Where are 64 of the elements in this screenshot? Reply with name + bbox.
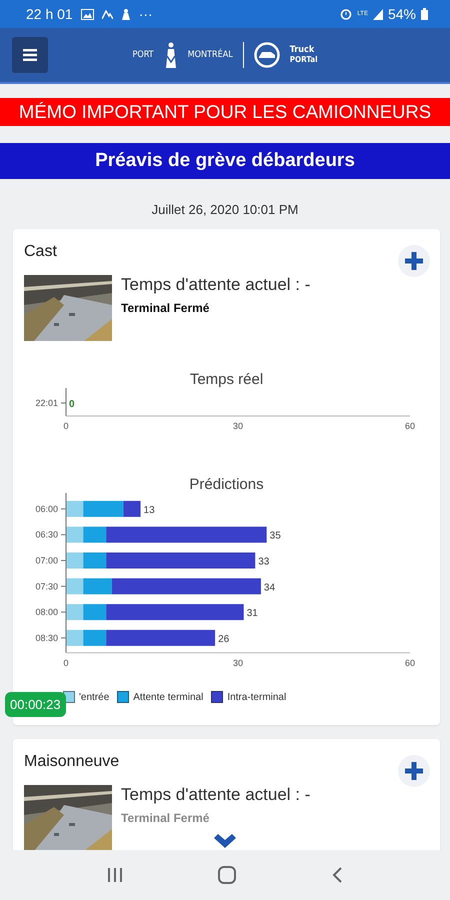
terminal-name: Cast [24, 243, 57, 261]
chart-title: Temps réel [188, 371, 264, 388]
legend-label: 'entrée [79, 692, 110, 702]
axis-label: 06:00 [35, 504, 58, 514]
axis-label: 60 [405, 421, 415, 431]
truck-icon [254, 42, 280, 68]
plus-icon [405, 762, 423, 780]
add-button[interactable] [398, 245, 430, 277]
bar-segment [66, 630, 84, 646]
home-icon [217, 865, 237, 885]
value-label: 33 [258, 556, 270, 568]
notice-banner[interactable]: Préavis de grève débardeurs [0, 143, 450, 179]
timer-badge: 00:00:23 [5, 692, 66, 717]
logo-text: PORT [132, 50, 154, 60]
bar-segment [66, 526, 84, 543]
person-icon [120, 8, 131, 20]
menu-icon [23, 49, 37, 61]
wait-time-label: Temps d'attente actuel : - [121, 785, 310, 805]
lighthouse-logo-icon [164, 42, 178, 68]
axis-label: 60 [405, 658, 415, 668]
axis-label: 08:30 [35, 632, 58, 643]
terminal-status: Terminal Fermé [121, 811, 210, 825]
axis-label: 0 [64, 658, 68, 668]
chart-title: Prédictions [188, 476, 265, 493]
value-label: 13 [144, 504, 155, 516]
app-name: PORTal [290, 56, 318, 64]
plus-icon [405, 252, 423, 270]
bar-segment [66, 552, 84, 568]
axis-label: 08:00 [35, 607, 58, 618]
wait-time-label: Temps d'attente actuel : - [121, 275, 310, 295]
legend-label: Attente terminal [133, 692, 204, 702]
battery-percent: 54% [388, 6, 416, 22]
app-name: Truck [290, 46, 314, 55]
image-icon [80, 8, 94, 20]
axis-label: 07:30 [35, 581, 58, 592]
value-label: 31 [246, 608, 258, 620]
clock-time: 22 h 01 [26, 6, 73, 22]
date-text: Juillet 26, 2020 10:01 PM [150, 202, 300, 217]
logo-text: MONTRÉAL [188, 50, 233, 60]
bar-segment [66, 604, 84, 620]
value-label: 26 [218, 634, 230, 645]
axis-label: 0 [64, 421, 68, 431]
axis-label: 30 [233, 421, 243, 431]
terminal-status: Terminal Fermé [121, 301, 210, 315]
back-icon [331, 866, 343, 884]
recent-apps-icon [107, 867, 123, 883]
more-notifications-icon: ··· [138, 6, 153, 22]
axis-label: 30 [233, 658, 243, 668]
terminal-name: Maisonneuve [24, 753, 120, 771]
chevron-down-icon[interactable] [214, 834, 236, 848]
value-label: 35 [270, 530, 281, 542]
axis-label: 22:01 [35, 398, 58, 408]
battery-icon [421, 8, 428, 20]
axis-label: 06:30 [35, 530, 58, 540]
menu-button[interactable] [12, 37, 48, 73]
legend-label: Intra-terminal [227, 692, 286, 702]
add-button[interactable] [398, 755, 430, 787]
axis-label: 07:00 [35, 556, 58, 566]
mountain-icon [102, 10, 113, 18]
value-label: 34 [264, 582, 276, 594]
alarm-icon [340, 8, 352, 20]
signal-icon [372, 8, 383, 20]
memo-banner[interactable]: MÉMO IMPORTANT POUR LES CAMIONNEURS [0, 98, 450, 126]
value-label: 0 [69, 399, 75, 410]
